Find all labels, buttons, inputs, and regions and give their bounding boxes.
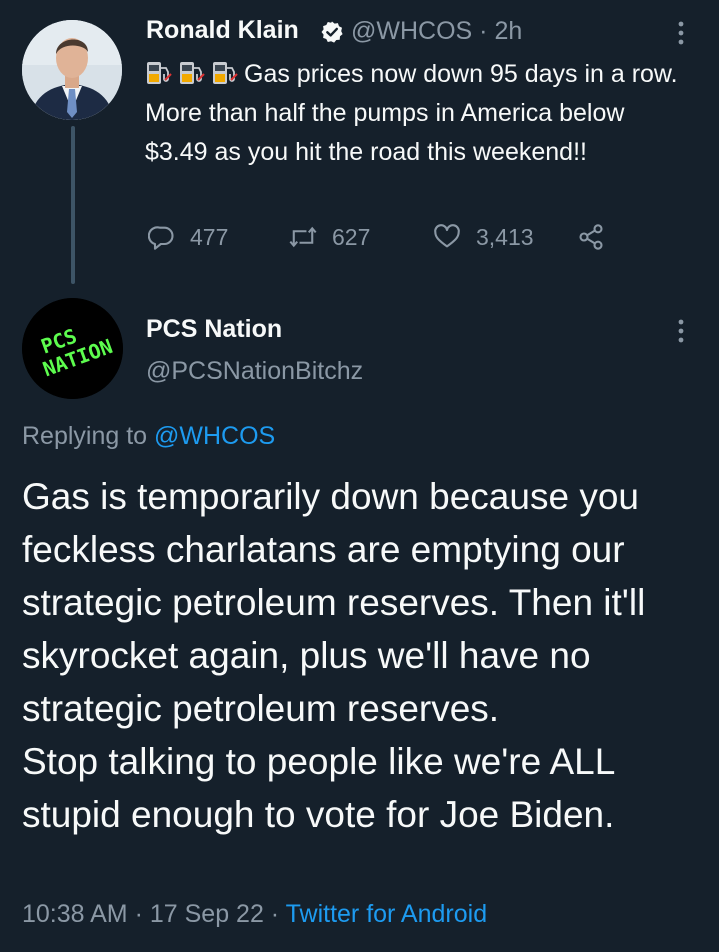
tweet-text: Gas prices now down 95 days in a row. Mo… [145,60,678,166]
retweet-icon [289,226,317,248]
like-button[interactable]: 3,413 [432,223,534,251]
author-handle-time[interactable]: @WHCOS · 2h [351,17,522,46]
fuel-pump-icon [213,62,238,84]
reply-author-avatar[interactable]: PCS NATION [22,298,123,399]
reply-count: 477 [190,223,229,250]
replying-to-line: Replying to @WHCOS [22,422,276,450]
share-button[interactable] [576,223,620,251]
tweet-date[interactable]: 17 Sep 22 [150,900,264,928]
retweet-count: 627 [332,223,371,250]
share-icon [579,224,603,250]
fuel-pump-icon [180,62,205,84]
tweet-source[interactable]: Twitter for Android [286,900,487,928]
reply-more-options-icon[interactable] [671,316,691,346]
fuel-pump-icon [147,62,172,84]
author-avatar[interactable] [22,20,122,120]
more-options-icon[interactable] [671,18,691,48]
verified-badge-icon [320,20,344,44]
author-name[interactable]: Ronald Klain [146,16,299,45]
heart-icon [434,224,460,248]
replying-to-mention[interactable]: @WHCOS [154,422,275,450]
thread-connector-line [71,126,75,284]
reply-text: Gas is temporarily down because you feck… [22,470,712,841]
reply-author-name[interactable]: PCS Nation [146,315,282,344]
reply-icon [148,226,174,250]
reply-paragraph-1: Gas is temporarily down because you feck… [22,476,646,729]
retweet-button[interactable]: 627 [288,223,370,251]
fuel-pump-emojis [145,60,244,88]
tweet-metadata: 10:38 AM · 17 Sep 22 · Twitter for Andro… [22,900,488,928]
reply-paragraph-2: Stop talking to people like we're ALL st… [22,741,615,835]
tweet-time[interactable]: 2h [494,17,522,45]
reply-button[interactable]: 477 [148,223,228,251]
like-count: 3,413 [476,223,534,250]
tweet-timestamp[interactable]: 10:38 AM [22,900,128,928]
reply-author-handle[interactable]: @PCSNationBitchz [146,357,363,386]
author-handle[interactable]: @WHCOS [351,17,472,45]
